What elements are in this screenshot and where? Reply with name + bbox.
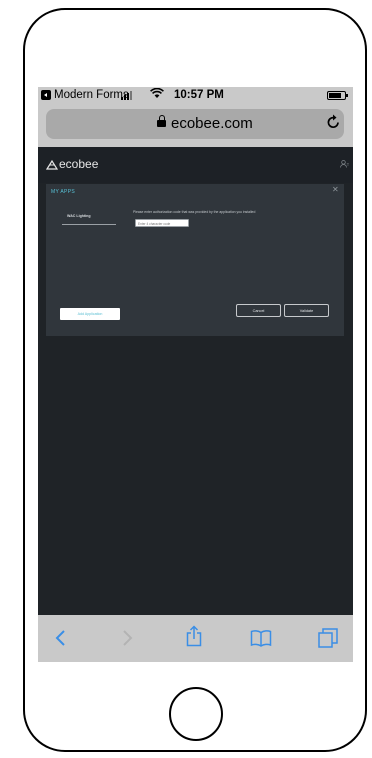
authorization-code-input[interactable]	[135, 219, 189, 227]
share-icon[interactable]	[185, 625, 203, 647]
app-list-item-wac-lighting[interactable]: WAC Lighting	[67, 214, 91, 218]
browser-address-area: ecobee.com	[38, 105, 353, 147]
reload-icon[interactable]	[327, 113, 341, 135]
app-list-divider	[62, 224, 116, 225]
my-apps-panel: MY APPS ✕ WAC Lighting Please enter auth…	[46, 184, 344, 336]
screen: Modern Forms 10:57 PM ecobee.com ecobee	[38, 87, 353, 662]
back-to-app[interactable]: Modern Forms	[41, 89, 129, 101]
add-application-button[interactable]: Add Application	[60, 308, 120, 320]
status-time: 10:57 PM	[174, 89, 224, 101]
panel-title: MY APPS	[51, 189, 75, 195]
signal-icon	[121, 91, 132, 100]
tabs-icon[interactable]	[318, 628, 338, 648]
forward-icon[interactable]	[118, 629, 136, 647]
cancel-button[interactable]: Cancel	[236, 304, 281, 317]
back-app-label: Modern Forms	[54, 89, 129, 101]
back-icon[interactable]	[52, 629, 70, 647]
user-menu-icon[interactable]	[340, 160, 349, 170]
ecobee-logo-icon	[46, 159, 58, 170]
bookmarks-icon[interactable]	[250, 629, 272, 647]
wifi-icon	[150, 87, 164, 102]
authorization-instruction: Please enter authorization code that was…	[133, 210, 256, 214]
status-bar: Modern Forms 10:57 PM	[38, 87, 353, 105]
address-bar[interactable]: ecobee.com	[46, 109, 344, 139]
validate-button[interactable]: Validate	[284, 304, 329, 317]
ecobee-header: ecobee	[38, 147, 353, 183]
close-icon[interactable]: ✕	[332, 185, 339, 194]
url-text: ecobee.com	[171, 115, 253, 132]
browser-toolbar	[38, 615, 353, 662]
home-button[interactable]	[169, 687, 223, 741]
back-app-icon	[41, 90, 51, 100]
battery-icon	[327, 91, 348, 100]
lock-icon	[157, 115, 166, 127]
brand-name: ecobee	[59, 157, 99, 171]
